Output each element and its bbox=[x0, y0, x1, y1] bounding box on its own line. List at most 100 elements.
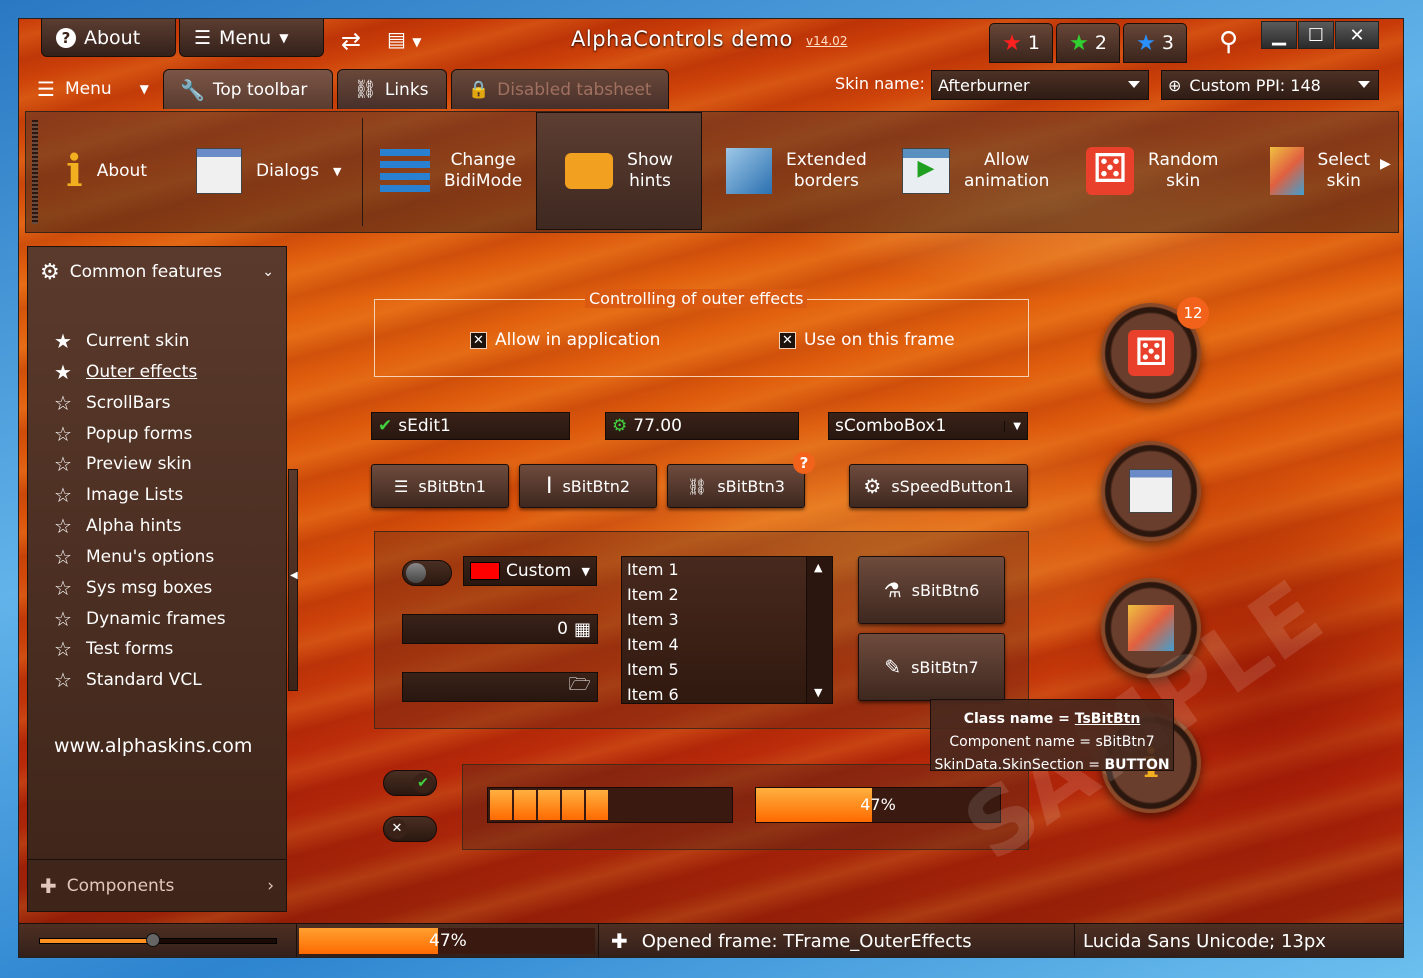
chevron-down-icon: ▼ bbox=[279, 30, 289, 45]
puzzle-icon: ✚ bbox=[40, 873, 57, 898]
toolbar-scroll-right[interactable]: ▶ bbox=[1380, 156, 1391, 172]
notification-badge: 12 bbox=[1177, 297, 1209, 329]
tab-top-toolbar[interactable]: 🔧 Top toolbar bbox=[163, 69, 333, 109]
sbitbtn6[interactable]: ⚗ sBitBtn6 bbox=[858, 556, 1005, 624]
list-item[interactable]: Item 2 bbox=[622, 582, 832, 607]
toolbar-about[interactable]: i About bbox=[66, 112, 176, 230]
toolbar-dialogs[interactable]: Dialogs ▼ bbox=[196, 112, 356, 230]
sbitbtn3[interactable]: ⛓ sBitBtn3 bbox=[667, 464, 805, 508]
sidebar-item-label: Sys msg boxes bbox=[86, 578, 213, 598]
website-link[interactable]: www.alphaskins.com bbox=[54, 735, 252, 757]
speech-bubble-icon bbox=[565, 153, 614, 189]
list-item[interactable]: Item 1 bbox=[622, 557, 832, 582]
toolbar-show-hints[interactable]: Show hints bbox=[536, 112, 702, 230]
directory-edit-field[interactable]: 🗁 bbox=[402, 672, 598, 702]
sidebar-item-popup-forms[interactable]: ☆ Popup forms bbox=[52, 422, 192, 446]
list-item[interactable]: Item 6 bbox=[622, 682, 832, 703]
star-tab-2[interactable]: ★ 2 bbox=[1056, 23, 1120, 63]
scombobox1[interactable]: sComboBox1 ▼ bbox=[828, 412, 1028, 440]
toggle-switch-off[interactable] bbox=[402, 560, 452, 586]
list-item[interactable]: Item 5 bbox=[622, 657, 832, 682]
sidebar-header[interactable]: ⚙ Common features ⌄ bbox=[28, 247, 286, 297]
maximize-button[interactable]: ☐ bbox=[1298, 21, 1334, 49]
chevron-down-icon bbox=[1358, 81, 1370, 88]
sidebar-item-test-forms[interactable]: ☆ Test forms bbox=[52, 637, 173, 661]
sidebar-item-standard-vcl[interactable]: ☆ Standard VCL bbox=[52, 668, 202, 692]
scombobox1-value: sComboBox1 bbox=[835, 416, 947, 436]
sidebar-item-label: ScrollBars bbox=[86, 393, 171, 413]
version-link[interactable]: v14.02 bbox=[806, 34, 847, 48]
status-slider[interactable] bbox=[19, 924, 297, 957]
listbox-scrollbar[interactable]: ▲ ▼ bbox=[806, 557, 832, 703]
sidebar-item-outer-effects[interactable]: ★ Outer effects bbox=[52, 360, 197, 384]
sidebar-item-label: Alpha hints bbox=[86, 516, 182, 536]
sbitbtn2[interactable]: I sBitBtn2 bbox=[519, 464, 657, 508]
lock-icon: 🔒 bbox=[468, 79, 490, 100]
menu-title-button[interactable]: ☰ Menu ▼ bbox=[179, 19, 324, 57]
chevron-down-icon bbox=[1128, 81, 1140, 88]
star-tab-3[interactable]: ★ 3 bbox=[1123, 23, 1187, 63]
color-swatch bbox=[470, 562, 500, 580]
minimize-button[interactable]: ▁ bbox=[1261, 21, 1297, 49]
status-bar: 47% ✚ Opened frame: TFrame_OuterEffects … bbox=[19, 923, 1403, 957]
spin-edit-field[interactable]: ⚙ 77.00 bbox=[605, 412, 799, 440]
progress-segment bbox=[562, 790, 584, 820]
hint-line-class: Class name = TsBitBtn bbox=[931, 708, 1173, 731]
list-menu-icon[interactable]: ▤ ▼ bbox=[387, 27, 422, 51]
sidebar-item-current-skin[interactable]: ★ Current skin bbox=[52, 329, 189, 353]
skin-combo[interactable]: Afterburner bbox=[931, 70, 1149, 100]
tabs-menu-button[interactable]: ☰ Menu ▼ bbox=[37, 77, 149, 101]
gear-icon: ⚙ bbox=[612, 416, 628, 436]
toolbar-select-skin[interactable]: Select skin bbox=[1270, 112, 1370, 230]
sspeedbutton1[interactable]: ⚙ sSpeedButton1 bbox=[849, 464, 1028, 508]
checkbox-label: Use on this frame bbox=[804, 330, 955, 350]
about-title-button[interactable]: ? About bbox=[41, 19, 176, 57]
slider-thumb[interactable] bbox=[146, 933, 160, 947]
sbitbtn7[interactable]: ✎ sBitBtn7 bbox=[858, 633, 1005, 701]
sidebar-item-menus-options[interactable]: ☆ Menu's options bbox=[52, 545, 214, 569]
about-title-label: About bbox=[84, 26, 141, 49]
list-item[interactable]: Item 4 bbox=[622, 632, 832, 657]
progress-segment bbox=[490, 790, 512, 820]
sbitbtn1[interactable]: ☰ sBitBtn1 bbox=[371, 464, 509, 508]
star-outline-icon: ☆ bbox=[54, 576, 72, 600]
items-listbox[interactable]: Item 1 Item 2 Item 3 Item 4 Item 5 Item … bbox=[621, 556, 833, 704]
sidebar-item-label: Current skin bbox=[86, 331, 190, 351]
sbitbtn7-label: sBitBtn7 bbox=[911, 657, 979, 677]
toolbar-select-skin-label: Select skin bbox=[1317, 150, 1370, 191]
sidebar-item-dynamic-frames[interactable]: ☆ Dynamic frames bbox=[52, 607, 226, 631]
calc-edit-field[interactable]: 0 ▦ bbox=[402, 614, 598, 644]
dialogs-circle-button[interactable] bbox=[1101, 441, 1201, 541]
toolbar-bidimode[interactable]: Change BidiMode bbox=[380, 112, 530, 230]
sbitbtn6-label: sBitBtn6 bbox=[911, 580, 980, 600]
toolbar-extended-borders[interactable]: Extended borders bbox=[726, 112, 876, 230]
sidebar-item-scrollbars[interactable]: ☆ ScrollBars bbox=[52, 391, 171, 415]
allow-in-application-checkbox[interactable]: ✕ Allow in application bbox=[470, 330, 660, 350]
star-tab-2-label: 2 bbox=[1094, 32, 1107, 54]
sidebar-item-sys-msg-boxes[interactable]: ☆ Sys msg boxes bbox=[52, 576, 212, 600]
sedit1-value: sEdit1 bbox=[398, 416, 451, 436]
hamburger-icon: ☰ bbox=[37, 77, 55, 101]
eraser-icon: ✎ bbox=[884, 655, 902, 679]
list-item[interactable]: Item 3 bbox=[622, 607, 832, 632]
ppi-combo[interactable]: ⊕ Custom PPI: 148 bbox=[1161, 70, 1379, 100]
search-icon[interactable]: ⚲ bbox=[1219, 27, 1238, 57]
toggle-switch-on[interactable]: ✔ bbox=[383, 770, 437, 796]
close-button[interactable]: ✕ bbox=[1335, 21, 1379, 49]
use-on-frame-checkbox[interactable]: ✕ Use on this frame bbox=[779, 330, 955, 350]
tab-disabled-label: Disabled tabsheet bbox=[497, 79, 652, 100]
tab-links[interactable]: ⛓ Links bbox=[337, 69, 447, 109]
star-tab-1[interactable]: ★ 1 bbox=[989, 23, 1053, 63]
sidebar-components[interactable]: ✚ Components › bbox=[28, 859, 286, 911]
toolbar-allow-animation[interactable]: ▶ Allow animation bbox=[902, 112, 1052, 230]
toggle-switch-x[interactable]: ✕ bbox=[383, 816, 437, 842]
sidebar-item-image-lists[interactable]: ☆ Image Lists bbox=[52, 483, 183, 507]
swap-icon[interactable]: ⇄ bbox=[341, 27, 361, 55]
toolbar-grip[interactable] bbox=[32, 120, 38, 224]
toolbar-random-skin[interactable]: ⚄ Random skin bbox=[1086, 112, 1226, 230]
color-combo[interactable]: Custom ▼ bbox=[463, 556, 597, 586]
sedit1-field[interactable]: ✔ sEdit1 bbox=[371, 412, 570, 440]
sidebar-item-alpha-hints[interactable]: ☆ Alpha hints bbox=[52, 514, 182, 538]
sidebar-splitter[interactable]: ◀ bbox=[288, 469, 298, 691]
sidebar-item-preview-skin[interactable]: ☆ Preview skin bbox=[52, 452, 192, 476]
